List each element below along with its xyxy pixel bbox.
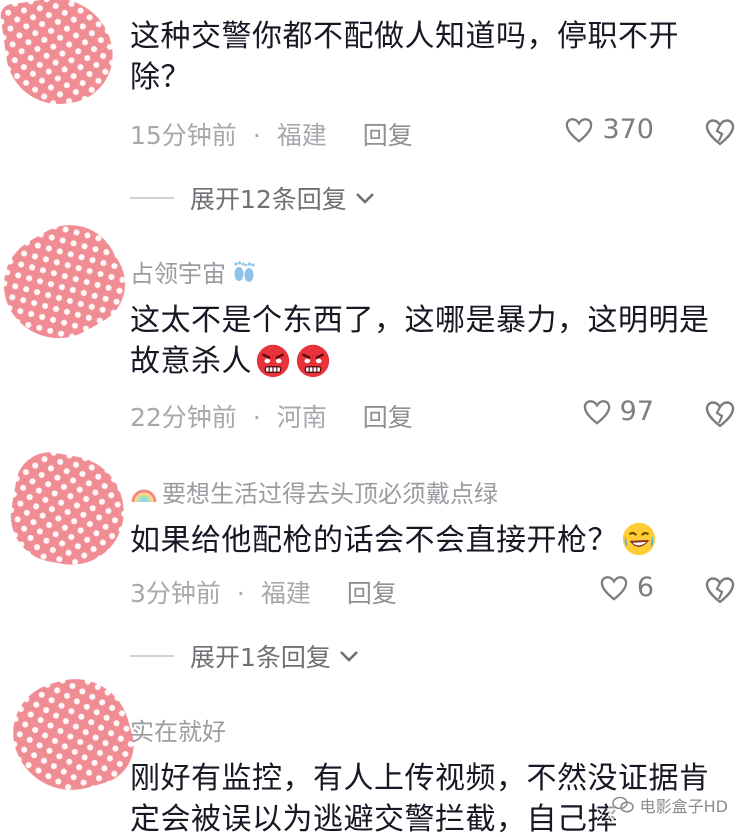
comment-meta: 22分钟前 · 河南 回复: [130, 398, 413, 434]
expand-replies-button[interactable]: 展开12条回复: [130, 180, 375, 216]
dislike-icon[interactable]: [704, 399, 736, 429]
comment-text: 这太不是个东西了，这哪是暴力，这明明是故意杀人: [130, 300, 728, 382]
expand-replies-label: 展开12条回复: [190, 185, 347, 214]
separator-dot: ·: [252, 121, 261, 150]
comment-text-body: 如果给他配枪的话会不会直接开枪？: [130, 523, 618, 558]
dislike-icon[interactable]: [704, 575, 736, 605]
comment-location: 福建: [276, 121, 327, 150]
reply-button[interactable]: 回复: [363, 121, 413, 150]
username-label: 占领宇宙: [130, 260, 226, 288]
heart-icon: [566, 117, 593, 143]
like-button[interactable]: 97: [582, 396, 654, 427]
comment-username[interactable]: 实在就好: [130, 712, 226, 747]
avatar[interactable]: [3, 447, 133, 573]
comment-text: 这种交警你都不配做人知道吗，停职不开除？: [130, 19, 679, 95]
comment-time: 22分钟前: [130, 403, 237, 432]
avatar[interactable]: [0, 207, 141, 359]
avatar[interactable]: [0, 0, 119, 111]
watermark-text: 电影盒子HD: [639, 797, 728, 816]
separator-dot: ·: [236, 579, 245, 608]
like-count: 97: [619, 396, 654, 427]
comment-meta: 15分钟前 · 福建 回复: [130, 116, 413, 152]
reply-button[interactable]: 回复: [363, 403, 413, 432]
comment-text-body: 这太不是个东西了，这哪是暴力，这明明是故意杀人: [130, 303, 710, 379]
comment-text: 如果给他配枪的话会不会直接开枪？: [130, 520, 728, 561]
like-count: 370: [602, 114, 654, 145]
dislike-icon[interactable]: [704, 117, 736, 147]
divider-line: [130, 655, 174, 657]
reply-button[interactable]: 回复: [347, 579, 397, 608]
comment-time: 15分钟前: [130, 121, 237, 150]
username-label: 实在就好: [130, 718, 226, 746]
angry-face-icon: [296, 344, 330, 377]
comment-username[interactable]: 占领宇宙: [130, 254, 258, 289]
heart-icon: [600, 575, 628, 601]
divider-line: [130, 197, 174, 199]
avatar[interactable]: [1, 666, 143, 804]
comment-location: 河南: [276, 403, 327, 432]
wechat-icon: [611, 796, 634, 813]
watermark: 电影盒子HD: [607, 791, 732, 819]
comment-time: 3分钟前: [130, 579, 221, 608]
laughing-face-icon: [622, 522, 656, 555]
angry-face-icon: [256, 344, 290, 377]
username-label: 要想生活过得去头顶必须戴点绿: [162, 480, 498, 508]
chevron-down-icon: [355, 193, 374, 204]
like-button[interactable]: 370: [564, 114, 654, 145]
like-count: 6: [636, 572, 654, 603]
comment-meta: 3分钟前 · 福建 回复: [130, 574, 397, 610]
rainbow-icon: [131, 489, 157, 502]
expand-replies-label: 展开1条回复: [190, 643, 331, 672]
like-button[interactable]: 6: [599, 572, 654, 603]
expand-replies-button[interactable]: 展开1条回复: [130, 638, 359, 674]
footprints-icon: [234, 260, 255, 282]
comment-username[interactable]: 要想生活过得去头顶必须戴点绿: [130, 474, 498, 509]
comment-list: 这种交警你都不配做人知道吗，停职不开除？ 15分钟前 · 福建 回复 370 展开12…: [0, 0, 750, 837]
heart-icon: [583, 399, 610, 425]
separator-dot: ·: [252, 403, 261, 432]
comment-location: 福建: [260, 579, 311, 608]
chevron-down-icon: [339, 651, 358, 662]
